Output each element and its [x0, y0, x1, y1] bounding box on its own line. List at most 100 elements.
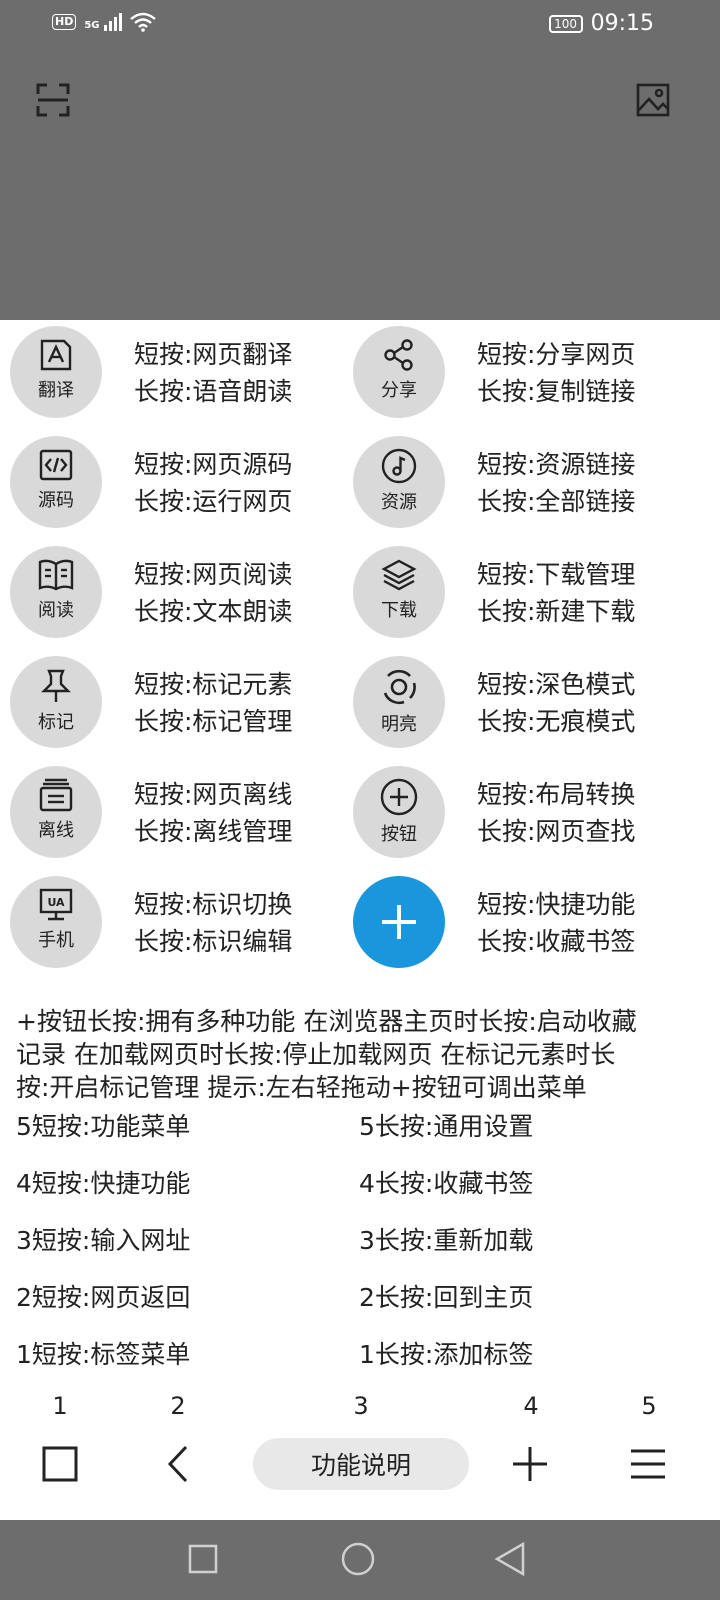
function-item-resources: 资源 短按:资源链接 长按:全部链接 — [343, 430, 703, 530]
hint-short-2: 2短按:网页返回 — [16, 1283, 191, 1312]
function-item-source: 源码 短按:网页源码 长按:运行网页 — [0, 430, 360, 530]
function-item-share: 分享 短按:分享网页 长按:复制链接 — [343, 320, 703, 420]
source-button[interactable]: 源码 — [10, 436, 102, 528]
source-code-icon — [39, 449, 73, 481]
short-press-desc: 短按:网页离线 — [134, 780, 293, 809]
function-row: 离线 短按:网页离线 长按:离线管理 按钮 短按:布局转换 长按:网页查找 — [0, 760, 720, 860]
home-icon[interactable] — [341, 1542, 375, 1576]
user-agent-button[interactable]: UA 手机 — [10, 876, 102, 968]
number-label-4: 4 — [523, 1392, 539, 1420]
function-row: 标记 短按:标记元素 长按:标记管理 明亮 短按:深色模式 长按:无痕模式 — [0, 650, 720, 750]
function-item-translate: 翻译 短按:网页翻译 长按:语音朗读 — [0, 320, 360, 420]
brightness-icon — [383, 669, 416, 705]
function-guide-button[interactable]: 功能说明 — [253, 1438, 469, 1490]
offline-icon — [39, 778, 73, 812]
image-icon[interactable] — [636, 83, 670, 117]
long-press-desc: 长按:运行网页 — [134, 487, 293, 516]
long-press-desc: 长按:文本朗读 — [134, 597, 293, 626]
plus-button[interactable] — [353, 876, 445, 968]
battery-icon: 100 — [548, 14, 583, 33]
long-press-desc: 长按:语音朗读 — [134, 377, 293, 406]
function-panel: 翻译 短按:网页翻译 长按:语音朗读 分享 短按:分享网页 长按:复制链接 源码… — [0, 320, 720, 1520]
short-press-desc: 短按:资源链接 — [477, 450, 636, 479]
hint-short-4: 4短按:快捷功能 — [16, 1169, 191, 1198]
short-press-desc: 短按:网页翻译 — [134, 340, 293, 369]
short-press-desc: 短按:分享网页 — [477, 340, 636, 369]
recents-icon[interactable] — [188, 1544, 218, 1574]
hint-long-2: 2长按:回到主页 — [359, 1283, 534, 1312]
long-press-desc: 长按:全部链接 — [477, 487, 636, 516]
share-icon — [384, 339, 413, 371]
plus-icon — [382, 905, 416, 939]
function-item-read: 阅读 短按:网页阅读 长按:文本朗读 — [0, 540, 360, 640]
hint-short-5: 5短按:功能菜单 — [16, 1112, 191, 1141]
short-press-desc: 短按:标识切换 — [134, 890, 293, 919]
hint-long-3: 3长按:重新加载 — [359, 1226, 534, 1255]
add-icon[interactable] — [512, 1446, 548, 1482]
long-press-desc: 长按:标记管理 — [134, 707, 293, 736]
number-label-1: 1 — [52, 1392, 68, 1420]
brightness-button[interactable]: 明亮 — [353, 656, 445, 748]
hint-long-1: 1长按:添加标签 — [359, 1340, 534, 1369]
hint-short-1: 1短按:标签菜单 — [16, 1340, 191, 1369]
plus-circle-icon — [380, 778, 418, 816]
translate-button[interactable]: 翻译 — [10, 326, 102, 418]
short-press-desc: 短按:布局转换 — [477, 780, 636, 809]
music-note-icon — [381, 448, 417, 484]
signal-icon: 5G — [84, 13, 122, 31]
function-item-download: 下载 短按:下载管理 长按:新建下载 — [343, 540, 703, 640]
long-press-desc: 长按:离线管理 — [134, 817, 293, 846]
status-bar: HD 5G 100 09:15 — [0, 0, 720, 50]
toolbar-number-row: 1 2 3 4 5 — [0, 1392, 720, 1422]
back-nav-icon[interactable] — [494, 1542, 526, 1576]
function-item-ua: UA 手机 短按:标识切换 长按:标识编辑 — [0, 870, 360, 970]
pin-icon — [41, 669, 71, 702]
hint-long-4: 4长按:收藏书签 — [359, 1169, 534, 1198]
function-row: 源码 短按:网页源码 长按:运行网页 资源 短按:资源链接 长按:全部链接 — [0, 430, 720, 530]
menu-icon[interactable] — [630, 1448, 666, 1480]
layers-icon — [381, 559, 417, 591]
function-row: 翻译 短按:网页翻译 长按:语音朗读 分享 短按:分享网页 长按:复制链接 — [0, 320, 720, 420]
resources-button[interactable]: 资源 — [353, 436, 445, 528]
long-press-desc: 长按:无痕模式 — [477, 707, 636, 736]
short-press-desc: 短按:下载管理 — [477, 560, 636, 589]
download-button[interactable]: 下载 — [353, 546, 445, 638]
long-press-desc: 长按:新建下载 — [477, 597, 636, 626]
short-press-desc: 短按:网页阅读 — [134, 560, 293, 589]
user-agent-icon: UA — [39, 888, 73, 921]
short-press-desc: 短按:快捷功能 — [477, 890, 636, 919]
hint-long-5: 5长按:通用设置 — [359, 1112, 534, 1141]
number-label-3: 3 — [353, 1392, 369, 1420]
system-nav-bar — [0, 1520, 720, 1600]
number-label-2: 2 — [170, 1392, 186, 1420]
tabs-icon[interactable] — [42, 1446, 78, 1482]
short-press-desc: 短按:深色模式 — [477, 670, 636, 699]
function-item-plus: 短按:快捷功能 长按:收藏书签 — [343, 870, 703, 970]
short-press-desc: 短按:标记元素 — [134, 670, 293, 699]
wifi-icon — [129, 12, 156, 32]
function-row: 阅读 短按:网页阅读 长按:文本朗读 下载 短按:下载管理 长按:新建下载 — [0, 540, 720, 640]
long-press-desc: 长按:复制链接 — [477, 377, 636, 406]
number-label-5: 5 — [641, 1392, 657, 1420]
function-item-mark: 标记 短按:标记元素 长按:标记管理 — [0, 650, 360, 750]
read-button[interactable]: 阅读 — [10, 546, 102, 638]
long-press-desc: 长按:网页查找 — [477, 817, 636, 846]
mark-button[interactable]: 标记 — [10, 656, 102, 748]
clock: 09:15 — [590, 11, 654, 36]
svg-text:UA: UA — [47, 896, 65, 909]
offline-button[interactable]: 离线 — [10, 766, 102, 858]
function-item-offline: 离线 短按:网页离线 长按:离线管理 — [0, 760, 360, 860]
function-item-brightness: 明亮 短按:深色模式 长按:无痕模式 — [343, 650, 703, 750]
book-icon — [38, 559, 74, 591]
plus-button-note: +按钮长按:拥有多种功能 在浏览器主页时长按:启动收藏 记录 在加载网页时长按:… — [16, 1007, 637, 1102]
layout-button[interactable]: 按钮 — [353, 766, 445, 858]
scan-icon[interactable] — [36, 83, 70, 117]
hd-badge: HD — [52, 14, 77, 30]
short-press-desc: 短按:网页源码 — [134, 450, 293, 479]
back-icon[interactable] — [164, 1444, 194, 1484]
share-button[interactable]: 分享 — [353, 326, 445, 418]
function-row: UA 手机 短按:标识切换 长按:标识编辑 短按:快捷功能 长按:收藏书签 — [0, 870, 720, 970]
hint-short-3: 3短按:输入网址 — [16, 1226, 191, 1255]
long-press-desc: 长按:收藏书签 — [477, 927, 636, 956]
function-item-button: 按钮 短按:布局转换 长按:网页查找 — [343, 760, 703, 860]
